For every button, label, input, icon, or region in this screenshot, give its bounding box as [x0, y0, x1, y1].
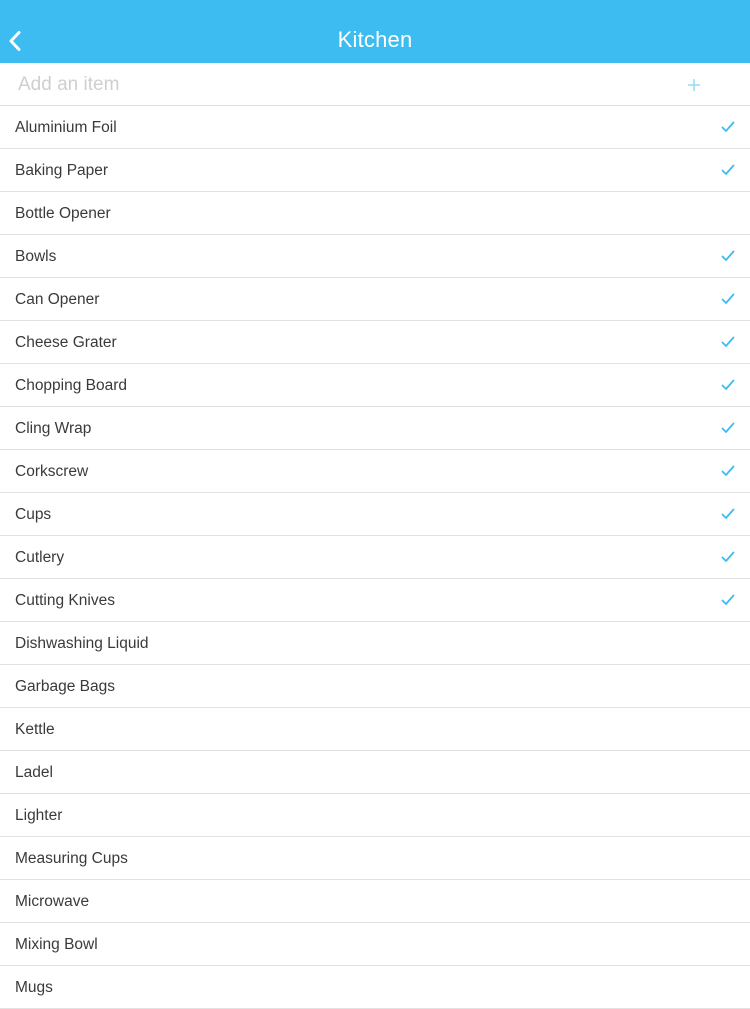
list-item[interactable]: Cheese Grater: [0, 321, 750, 364]
item-list: Aluminium Foil Baking Paper Bottle Opener B…: [0, 106, 750, 1009]
list-item[interactable]: Cutlery: [0, 536, 750, 579]
checkmark-icon[interactable]: [721, 551, 735, 563]
checkmark-icon[interactable]: [721, 508, 735, 520]
list-item[interactable]: Microwave: [0, 880, 750, 923]
list-item-label: Cups: [15, 506, 52, 523]
list-item-label: Chopping Board: [15, 377, 128, 394]
list-item[interactable]: Cutting Knives: [0, 579, 750, 622]
list-item-label: Mugs: [15, 979, 53, 996]
list-item[interactable]: Bottle Opener: [0, 192, 750, 235]
checkmark-icon[interactable]: [721, 465, 735, 477]
list-item[interactable]: Cling Wrap: [0, 407, 750, 450]
list-item[interactable]: Dishwashing Liquid: [0, 622, 750, 665]
list-item-label: Cheese Grater: [15, 334, 117, 351]
list-item-label: Ladel: [15, 764, 53, 781]
list-item[interactable]: Lighter: [0, 794, 750, 837]
checkmark-icon[interactable]: [721, 293, 735, 305]
list-item[interactable]: Mugs: [0, 966, 750, 1009]
list-item[interactable]: Baking Paper: [0, 149, 750, 192]
list-item[interactable]: Chopping Board: [0, 364, 750, 407]
list-item-label: Baking Paper: [15, 162, 109, 179]
list-item-label: Cutlery: [15, 549, 65, 566]
list-item[interactable]: Cups: [0, 493, 750, 536]
list-item-label: Can Opener: [15, 291, 100, 308]
list-item-label: Cutting Knives: [15, 592, 115, 609]
page-title: Kitchen: [337, 27, 413, 52]
add-item-input[interactable]: [18, 71, 658, 99]
checkmark-icon[interactable]: [721, 336, 735, 348]
list-item[interactable]: Bowls: [0, 235, 750, 278]
checkmark-icon[interactable]: [721, 379, 735, 391]
list-item[interactable]: Kettle: [0, 708, 750, 751]
list-item-label: Mixing Bowl: [15, 936, 98, 953]
list-item[interactable]: Aluminium Foil: [0, 106, 750, 149]
list-item[interactable]: Can Opener: [0, 278, 750, 321]
list-item-label: Corkscrew: [15, 463, 89, 480]
list-item-label: Lighter: [15, 807, 63, 824]
list-item[interactable]: Measuring Cups: [0, 837, 750, 880]
list-item[interactable]: Ladel: [0, 751, 750, 794]
checkmark-icon[interactable]: [721, 594, 735, 606]
list-item-label: Cling Wrap: [15, 420, 92, 437]
checkmark-icon[interactable]: [721, 164, 735, 176]
list-item-label: Garbage Bags: [15, 678, 115, 695]
plus-icon: [688, 79, 700, 91]
list-item-label: Measuring Cups: [15, 850, 128, 867]
list-item-label: Microwave: [15, 893, 90, 910]
list-item-label: Aluminium Foil: [15, 119, 117, 136]
checkmark-icon[interactable]: [721, 121, 735, 133]
add-item-button[interactable]: [684, 75, 704, 95]
checkmark-icon[interactable]: [721, 422, 735, 434]
list-item-label: Bowls: [15, 248, 57, 265]
list-item-label: Kettle: [15, 721, 55, 738]
list-item[interactable]: Mixing Bowl: [0, 923, 750, 966]
list-item[interactable]: Corkscrew: [0, 450, 750, 493]
checkmark-icon[interactable]: [721, 250, 735, 262]
list-item[interactable]: Garbage Bags: [0, 665, 750, 708]
header-bar: Kitchen: [0, 0, 750, 63]
list-item-label: Bottle Opener: [15, 205, 111, 222]
list-item-label: Dishwashing Liquid: [15, 635, 149, 652]
add-item-row: [0, 63, 750, 106]
